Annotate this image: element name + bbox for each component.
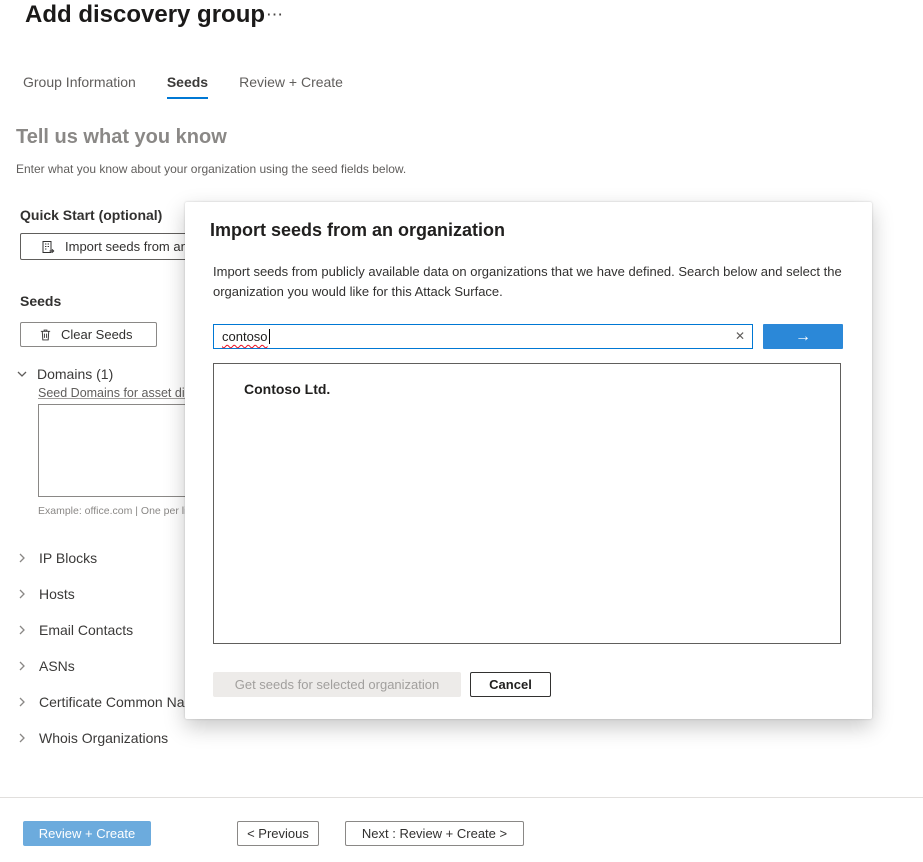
section-toggle-whois-organizations[interactable]: Whois Organizations <box>16 730 168 746</box>
chevron-right-icon <box>16 624 28 636</box>
section-toggle-asns[interactable]: ASNs <box>16 658 75 674</box>
text-caret <box>268 329 270 344</box>
more-options-icon[interactable]: ⋯ <box>266 5 285 25</box>
domains-section-toggle[interactable]: Domains (1) <box>16 366 113 382</box>
arrow-right-icon: → <box>795 327 811 345</box>
organization-results-list[interactable]: Contoso Ltd. <box>213 363 841 644</box>
tab-group-information[interactable]: Group Information <box>23 74 136 99</box>
chevron-down-icon <box>16 368 28 380</box>
quick-start-label: Quick Start (optional) <box>20 207 163 223</box>
organization-import-icon <box>41 240 55 254</box>
chevron-right-icon <box>16 696 28 708</box>
seeds-label: Seeds <box>20 293 62 309</box>
section-toggle-certificate-common-names[interactable]: Certificate Common Names <box>16 694 211 710</box>
clear-seeds-button[interactable]: Clear Seeds <box>20 322 157 347</box>
next-button[interactable]: Next : Review + Create > <box>345 821 524 846</box>
section-toggle-email-contacts[interactable]: Email Contacts <box>16 622 133 638</box>
chevron-right-icon <box>16 732 28 744</box>
section-label: Email Contacts <box>39 622 134 638</box>
dialog-title: Import seeds from an organization <box>210 220 506 240</box>
section-subheading: Enter what you know about your organizat… <box>16 162 407 176</box>
section-label: Hosts <box>39 586 75 602</box>
search-submit-button[interactable]: → <box>763 324 843 349</box>
trash-icon <box>39 328 52 342</box>
page-title: Add discovery group <box>25 1 266 28</box>
organization-search-input[interactable]: contoso ✕ <box>213 324 753 349</box>
section-label: Whois Organizations <box>39 730 169 746</box>
search-input-value: contoso <box>222 329 268 344</box>
section-label: IP Blocks <box>39 550 98 566</box>
dialog-description: Import seeds from publicly available dat… <box>213 264 842 299</box>
get-seeds-button[interactable]: Get seeds for selected organization <box>213 672 461 697</box>
tab-seeds[interactable]: Seeds <box>166 74 209 99</box>
wizard-tabs: Group Information Seeds Review + Create <box>23 74 343 99</box>
review-create-button[interactable]: Review + Create <box>23 821 151 846</box>
cancel-button[interactable]: Cancel <box>470 672 551 697</box>
chevron-right-icon <box>16 660 28 672</box>
section-label: ASNs <box>39 658 75 674</box>
chevron-right-icon <box>16 588 28 600</box>
clear-seeds-button-label: Clear Seeds <box>61 327 133 342</box>
organization-result-item[interactable]: Contoso Ltd. <box>214 364 840 397</box>
previous-button[interactable]: < Previous <box>237 821 319 846</box>
seed-domains-example: Example: office.com | One per line <box>38 505 199 517</box>
tab-review-create[interactable]: Review + Create <box>239 74 343 99</box>
domains-section-label: Domains (1) <box>37 366 114 382</box>
clear-search-icon[interactable]: ✕ <box>735 329 745 343</box>
footer-divider <box>0 797 923 798</box>
section-toggle-ip-blocks[interactable]: IP Blocks <box>16 550 97 566</box>
import-seeds-dialog: Import seeds from an organization Import… <box>185 202 872 719</box>
chevron-right-icon <box>16 552 28 564</box>
section-heading: Tell us what you know <box>16 126 227 148</box>
section-toggle-hosts[interactable]: Hosts <box>16 586 75 602</box>
